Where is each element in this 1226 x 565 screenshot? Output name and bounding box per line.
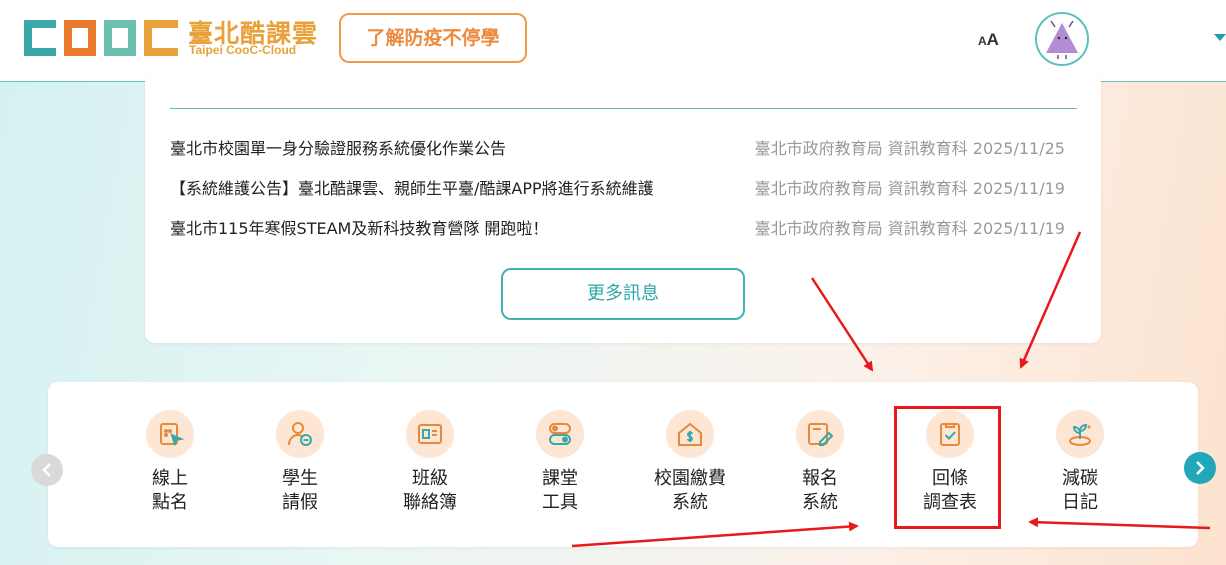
- annotation-arrow: [571, 521, 859, 548]
- annotation-arrow: [1028, 517, 1211, 530]
- annotation-arrows: [571, 231, 1211, 548]
- annotation-arrow: [810, 277, 874, 372]
- annotation-arrow: [1019, 231, 1082, 369]
